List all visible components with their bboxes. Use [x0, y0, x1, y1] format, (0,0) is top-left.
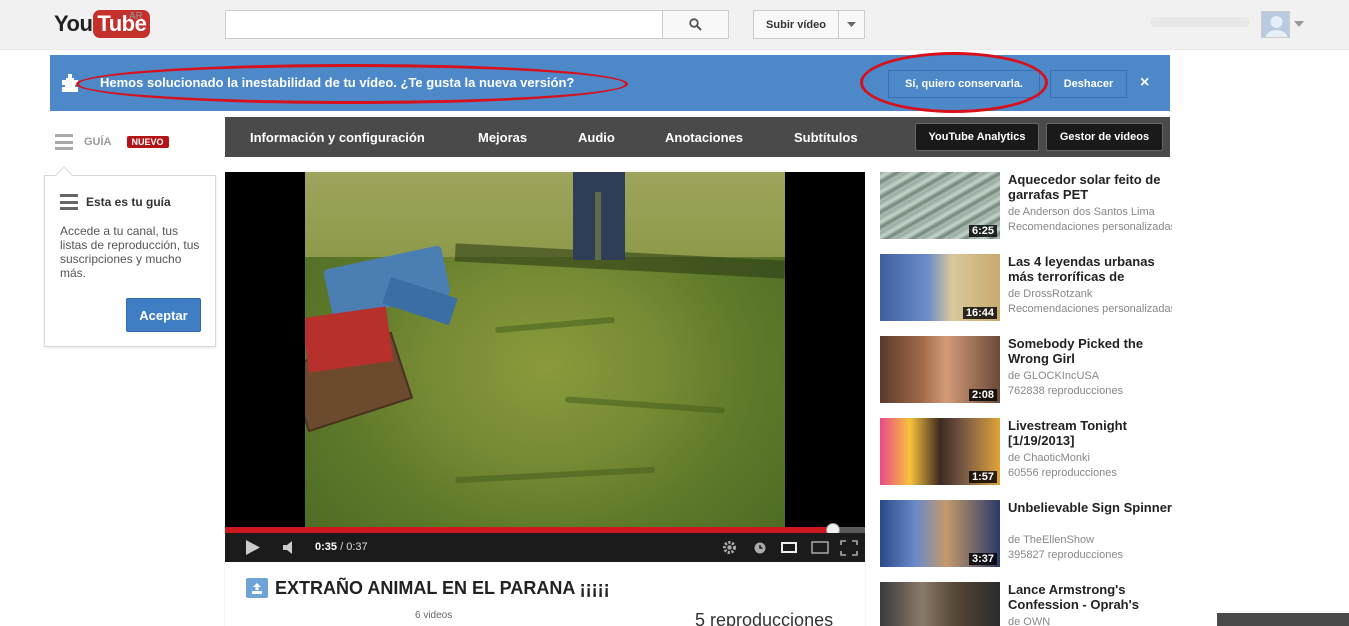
play-icon[interactable] — [246, 540, 260, 555]
related-video-title[interactable]: Aquecedor solar feito de garrafas PET — [1008, 172, 1172, 202]
video-thumbnail[interactable]: 6:25 — [880, 172, 1000, 239]
upload-video-icon — [246, 578, 268, 598]
undo-button[interactable]: Deshacer — [1050, 70, 1127, 98]
annotation-ellipse-keep — [860, 52, 1048, 113]
video-thumbnail[interactable]: 2:08 — [880, 336, 1000, 403]
duration-time: 0:37 — [346, 541, 368, 553]
related-video-title[interactable]: Unbelievable Sign Spinner — [1008, 500, 1172, 515]
upload-button[interactable]: Subir vídeo — [753, 10, 838, 39]
tab-annotations[interactable]: Anotaciones — [665, 130, 743, 145]
video-player[interactable]: 0:35 / 0:37 — [225, 172, 865, 562]
tab-enhancements[interactable]: Mejoras — [478, 130, 527, 145]
channel-name: de OWN — [1008, 616, 1051, 626]
large-player-icon[interactable] — [811, 541, 829, 554]
tooltip-arrow — [55, 166, 73, 184]
guide-card-header: Esta es tu guía — [60, 194, 171, 210]
related-video[interactable]: 1:57 Livestream Tonight [1/19/2013] de C… — [880, 418, 1172, 486]
time-separator: / — [337, 541, 347, 553]
related-video-meta: de TheEllenShow 395827 reproducciones — [1008, 533, 1172, 563]
related-video[interactable]: 2:08 Somebody Picked the Wrong Girl de G… — [880, 336, 1172, 404]
logo-you: You — [54, 11, 93, 36]
clock-icon[interactable] — [754, 542, 766, 554]
guide-label: GUÍA — [84, 136, 112, 148]
tab-subtitles[interactable]: Subtítulos — [794, 130, 858, 145]
video-title: EXTRAÑO ANIMAL EN EL PARANA ¡¡¡¡¡ — [275, 578, 610, 598]
tab-info-settings[interactable]: Información y configuración — [250, 130, 425, 145]
video-frame[interactable] — [305, 172, 785, 527]
close-icon[interactable]: × — [1140, 75, 1149, 91]
related-video[interactable]: Lance Armstrong's Confession - Oprah's d… — [880, 582, 1172, 626]
related-video[interactable]: 16:44 Las 4 leyendas urbanas más terrorí… — [880, 254, 1172, 322]
duration-badge: 1:57 — [968, 471, 997, 483]
chevron-down-icon — [847, 22, 856, 27]
channel-name: de ChaoticMonki — [1008, 452, 1090, 464]
channel-name: de DrossRotzank — [1008, 288, 1093, 300]
video-meta: Recomendaciones personalizadas — [1008, 303, 1172, 315]
video-thumbnail[interactable] — [880, 582, 1000, 626]
guide-tooltip-card: Esta es tu guía Accede a tu canal, tus l… — [44, 166, 216, 347]
related-video-title[interactable]: Las 4 leyendas urbanas más terroríficas … — [1008, 254, 1172, 284]
accept-button[interactable]: Aceptar — [126, 298, 201, 332]
video-meta: 60556 reproducciones — [1008, 467, 1117, 479]
annotation-ellipse-message — [76, 64, 628, 104]
guide-card-title: Esta es tu guía — [86, 195, 171, 209]
related-video-meta: de GLOCKIncUSA 762838 reproducciones — [1008, 369, 1172, 399]
search-input[interactable] — [225, 10, 663, 39]
fullscreen-icon[interactable] — [840, 540, 858, 556]
small-player-icon[interactable] — [781, 542, 797, 553]
related-video-title[interactable]: Lance Armstrong's Confession - Oprah's — [1008, 582, 1172, 612]
video-info: EXTRAÑO ANIMAL EN EL PARANA ¡¡¡¡¡ 6 vide… — [225, 562, 865, 626]
video-meta: 395827 reproducciones — [1008, 549, 1123, 561]
related-video-title[interactable]: Somebody Picked the Wrong Girl — [1008, 336, 1172, 366]
related-video[interactable]: 3:37 Unbelievable Sign Spinner de TheEll… — [880, 500, 1172, 568]
video-meta: Recomendaciones personalizadas — [1008, 221, 1172, 233]
video-edit-toolbar: Información y configuración Mejoras Audi… — [225, 117, 1170, 157]
channel-name: de TheEllenShow — [1008, 534, 1095, 546]
menu-icon — [55, 134, 73, 150]
avatar[interactable] — [1261, 11, 1290, 38]
tab-audio[interactable]: Audio — [578, 130, 615, 145]
new-badge: NUEVO — [126, 136, 169, 148]
player-controls: 0:35 / 0:37 — [225, 533, 865, 562]
related-video-title[interactable]: Livestream Tonight [1/19/2013] — [1008, 418, 1172, 448]
duration-badge: 3:37 — [968, 553, 997, 565]
video-thumbnail[interactable]: 1:57 — [880, 418, 1000, 485]
related-video-meta: de OWN — [1008, 615, 1172, 626]
video-manager-button[interactable]: Gestor de videos — [1046, 123, 1163, 151]
related-video[interactable]: 6:25 Aquecedor solar feito de garrafas P… — [880, 172, 1172, 240]
view-count: 5 reproducciones — [695, 610, 834, 626]
related-video-meta: de ChaoticMonki 60556 reproducciones — [1008, 451, 1172, 481]
region-label: AR — [129, 11, 143, 22]
related-video-meta: de DrossRotzank Recomendaciones personali… — [1008, 287, 1172, 317]
duration-badge: 16:44 — [962, 307, 997, 319]
menu-icon — [60, 194, 78, 210]
video-thumbnail[interactable]: 3:37 — [880, 500, 1000, 567]
gear-icon[interactable] — [722, 540, 737, 555]
duration-badge: 6:25 — [968, 225, 997, 237]
video-thumbnail[interactable]: 16:44 — [880, 254, 1000, 321]
feedback-tab[interactable] — [1217, 613, 1349, 626]
volume-icon[interactable] — [283, 540, 299, 555]
user-silhouette-icon — [1265, 16, 1288, 37]
upload-dropdown-button[interactable] — [838, 10, 865, 39]
analytics-button[interactable]: YouTube Analytics — [915, 123, 1039, 151]
time-display: 0:35 / 0:37 — [315, 541, 368, 553]
masthead: You Tube AR Subir vídeo — [0, 0, 1349, 50]
stabilization-notification: Hemos solucionado la inestabilidad de tu… — [50, 52, 1170, 113]
duration-badge: 2:08 — [968, 389, 997, 401]
channel-video-count: 6 videos — [415, 610, 453, 621]
account-chevron-down-icon[interactable] — [1294, 21, 1304, 27]
guide-toggle[interactable]: GUÍA NUEVO — [55, 134, 169, 150]
guide-card-text: Accede a tu canal, tus listas de reprodu… — [60, 224, 200, 280]
search-button[interactable] — [662, 10, 729, 39]
video-meta: 762838 reproducciones — [1008, 385, 1123, 397]
current-time: 0:35 — [315, 541, 338, 553]
upload-arrow-icon — [252, 582, 262, 594]
search-icon — [689, 18, 702, 31]
username-redacted[interactable] — [1150, 17, 1250, 27]
channel-name: de GLOCKIncUSA — [1008, 370, 1100, 382]
related-video-meta: de Anderson dos Santos Lima Recomendacion… — [1008, 205, 1172, 235]
channel-name: de Anderson dos Santos Lima — [1008, 206, 1155, 218]
